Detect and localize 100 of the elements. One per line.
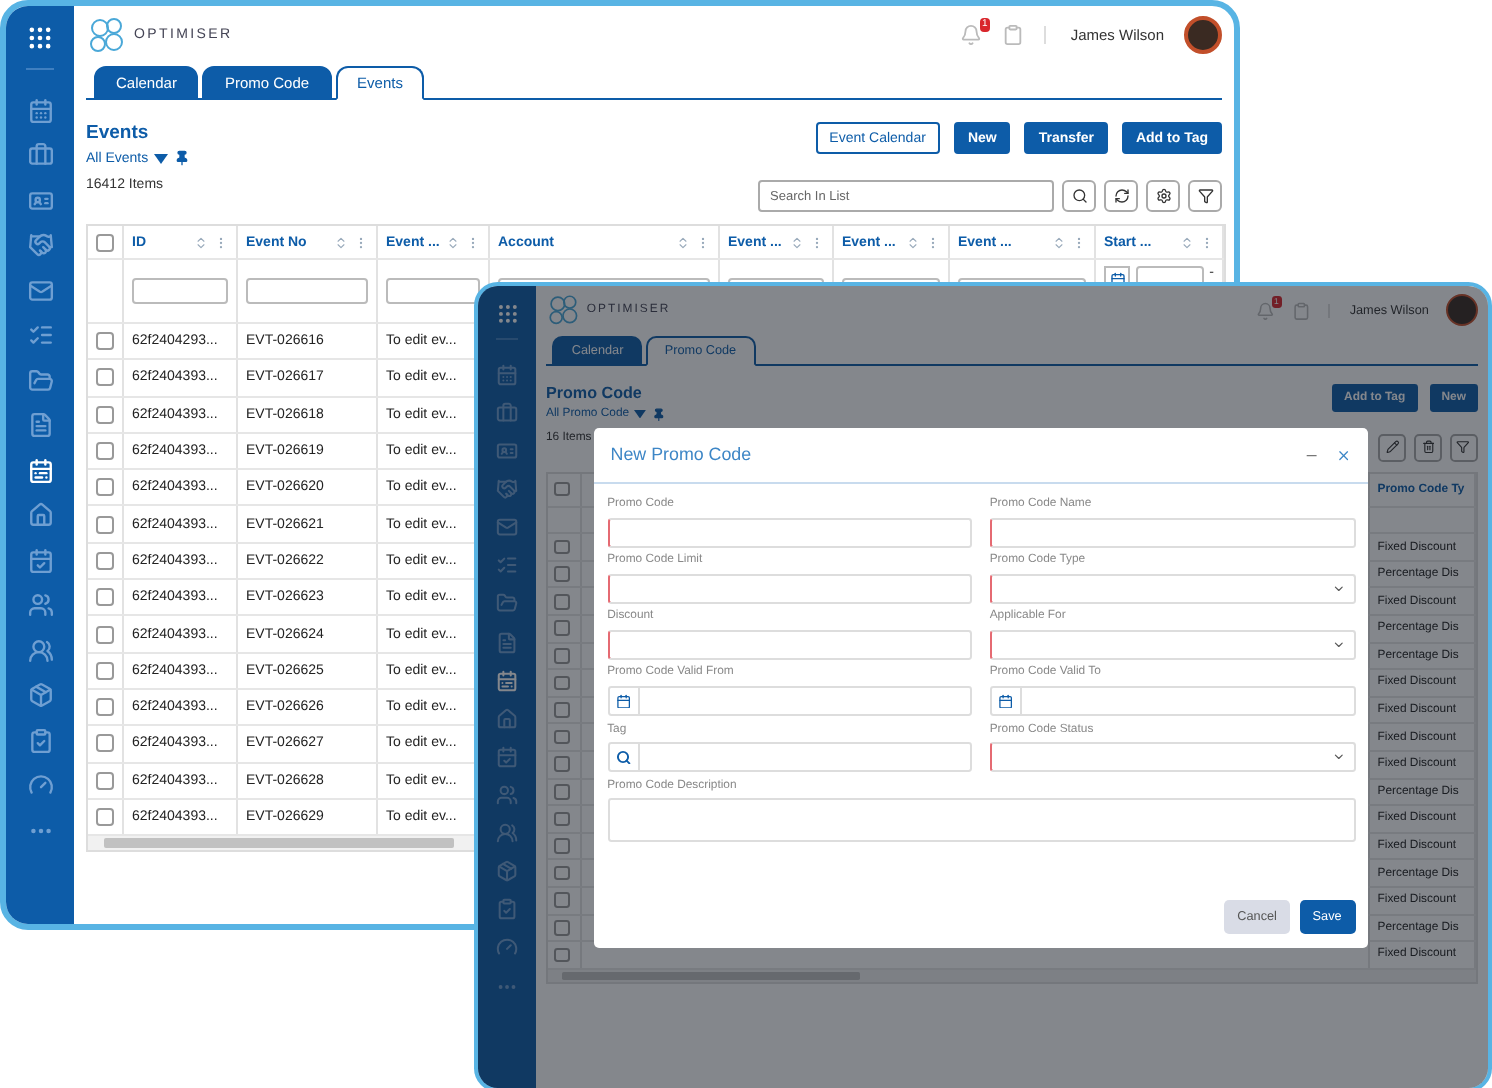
- select-all-checkbox[interactable]: [96, 233, 114, 251]
- search-icon[interactable]: [615, 749, 632, 765]
- row-checkbox[interactable]: [554, 865, 571, 881]
- select-all-checkbox[interactable]: [554, 481, 571, 497]
- list-icon[interactable]: [495, 554, 518, 577]
- clipboard-icon[interactable]: [1291, 301, 1311, 320]
- box-icon[interactable]: [495, 860, 518, 883]
- refresh-icon[interactable]: [1113, 188, 1129, 204]
- calendar-icon[interactable]: [998, 693, 1014, 709]
- date-field[interactable]: [989, 685, 1356, 717]
- briefcase-icon[interactable]: [27, 142, 53, 168]
- row-checkbox[interactable]: [96, 808, 114, 826]
- gauge-icon[interactable]: [495, 936, 518, 959]
- bell-icon[interactable]: [960, 24, 983, 46]
- users-icon[interactable]: [495, 783, 518, 807]
- row-checkbox[interactable]: [554, 811, 571, 827]
- filter-field[interactable]: [386, 278, 480, 304]
- row-checkbox[interactable]: [96, 625, 114, 644]
- clipboard-icon[interactable]: [1002, 24, 1025, 46]
- users-icon[interactable]: [27, 592, 53, 618]
- textarea-field[interactable]: [607, 798, 1356, 843]
- clipboard-icon[interactable]: [27, 727, 53, 753]
- sort-icon[interactable]: [1180, 235, 1194, 249]
- search-icon[interactable]: [1071, 188, 1087, 204]
- row-checkbox[interactable]: [96, 368, 114, 387]
- home-icon[interactable]: [495, 707, 518, 730]
- refresh-button[interactable]: [1104, 180, 1138, 212]
- sort-icon[interactable]: [790, 235, 804, 249]
- row-checkbox[interactable]: [96, 405, 114, 424]
- sort-icon[interactable]: [906, 235, 920, 249]
- row-checkbox[interactable]: [554, 593, 571, 609]
- filter-field[interactable]: [132, 278, 228, 304]
- lookup-field[interactable]: [607, 741, 973, 773]
- row-checkbox[interactable]: [554, 838, 571, 854]
- pencil-icon[interactable]: [1385, 440, 1400, 455]
- row-checkbox[interactable]: [96, 698, 114, 717]
- sort-icon[interactable]: [194, 235, 208, 249]
- row-checkbox[interactable]: [96, 332, 114, 351]
- people-icon[interactable]: [27, 637, 53, 663]
- select-field[interactable]: [989, 573, 1356, 604]
- row-checkbox[interactable]: [96, 442, 114, 461]
- trash-icon[interactable]: [1421, 440, 1435, 455]
- sort-icon[interactable]: [446, 235, 460, 249]
- row-checkbox[interactable]: [554, 620, 571, 637]
- apps-menu-icon[interactable]: [26, 24, 54, 52]
- row-checkbox[interactable]: [96, 734, 114, 753]
- id-card-icon[interactable]: [495, 440, 518, 463]
- mail-icon[interactable]: [495, 516, 518, 539]
- close-icon[interactable]: [1336, 447, 1352, 463]
- filter-icon[interactable]: [1197, 188, 1213, 204]
- filter-button[interactable]: [1188, 180, 1222, 212]
- pin-icon[interactable]: [651, 407, 665, 422]
- delete-button[interactable]: [1413, 433, 1443, 462]
- row-checkbox[interactable]: [554, 539, 571, 555]
- avatar[interactable]: [1184, 16, 1222, 54]
- row-checkbox[interactable]: [96, 478, 114, 497]
- settings-button[interactable]: [1146, 180, 1180, 212]
- row-checkbox[interactable]: [554, 784, 571, 800]
- folder-icon[interactable]: [27, 367, 53, 393]
- input-field[interactable]: [607, 629, 973, 661]
- row-checkbox[interactable]: [96, 771, 114, 790]
- input-field[interactable]: [607, 517, 973, 548]
- bell-icon[interactable]: [1255, 301, 1275, 320]
- chevron-down-icon[interactable]: [1332, 581, 1347, 596]
- row-checkbox[interactable]: [96, 515, 114, 534]
- input-field[interactable]: [607, 573, 973, 604]
- caret-icon[interactable]: [634, 410, 647, 419]
- settings-icon[interactable]: [1155, 188, 1171, 204]
- select-field[interactable]: [989, 741, 1356, 773]
- list-icon[interactable]: [27, 322, 53, 348]
- id-card-icon[interactable]: [27, 187, 53, 213]
- mail-icon[interactable]: [27, 277, 53, 303]
- row-checkbox[interactable]: [554, 566, 571, 582]
- handshake-icon[interactable]: [27, 232, 53, 258]
- row-checkbox[interactable]: [96, 661, 114, 680]
- sort-icon[interactable]: [676, 235, 690, 249]
- row-checkbox[interactable]: [554, 729, 571, 745]
- caret-icon[interactable]: [154, 153, 169, 163]
- apps-menu-icon[interactable]: [495, 301, 519, 326]
- file-icon[interactable]: [27, 412, 53, 438]
- chevron-down-icon[interactable]: [1332, 750, 1347, 764]
- row-checkbox[interactable]: [554, 675, 571, 691]
- gauge-icon[interactable]: [27, 772, 53, 798]
- chevron-down-icon[interactable]: [1332, 638, 1347, 652]
- row-checkbox[interactable]: [554, 648, 571, 664]
- row-checkbox[interactable]: [554, 892, 571, 909]
- row-checkbox[interactable]: [554, 947, 571, 963]
- sort-icon[interactable]: [334, 235, 348, 249]
- clipboard-icon[interactable]: [495, 898, 518, 921]
- home-icon[interactable]: [27, 502, 53, 528]
- edit-button[interactable]: [1377, 433, 1407, 462]
- people-icon[interactable]: [495, 822, 518, 845]
- briefcase-icon[interactable]: [495, 401, 518, 424]
- calendar-icon[interactable]: [615, 693, 632, 709]
- file-icon[interactable]: [495, 631, 518, 654]
- folder-icon[interactable]: [495, 592, 518, 615]
- pin-icon[interactable]: [174, 150, 191, 166]
- search-button[interactable]: [1062, 180, 1096, 212]
- row-checkbox[interactable]: [554, 702, 571, 718]
- handshake-icon[interactable]: [495, 478, 518, 501]
